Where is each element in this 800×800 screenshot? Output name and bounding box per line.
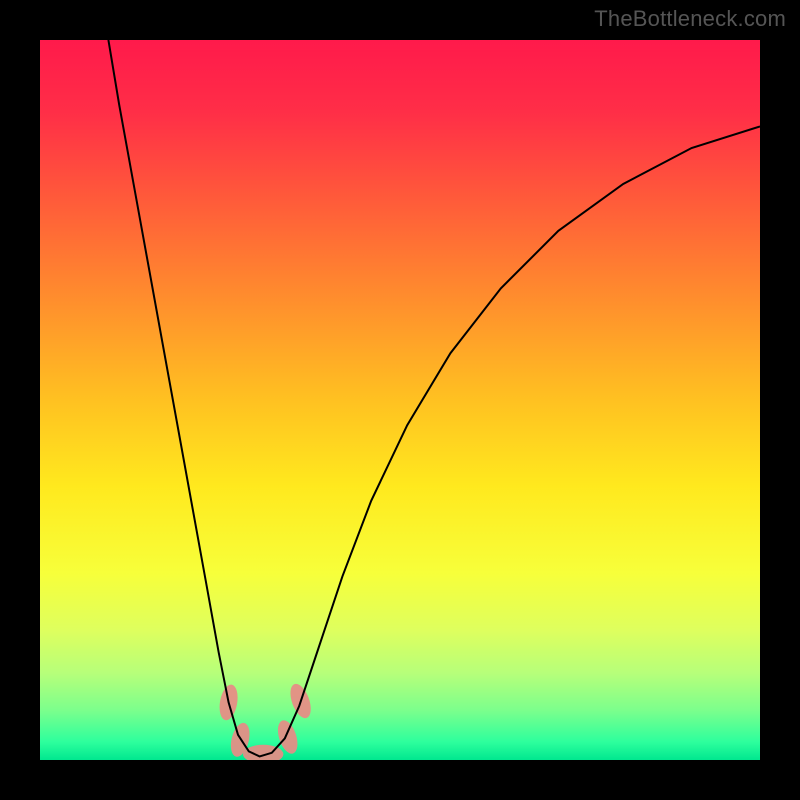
gradient-bg [40, 40, 760, 760]
watermark-text: TheBottleneck.com [594, 6, 786, 32]
chart-frame: TheBottleneck.com [0, 0, 800, 800]
plot-area [40, 40, 760, 760]
plot-svg [40, 40, 760, 760]
